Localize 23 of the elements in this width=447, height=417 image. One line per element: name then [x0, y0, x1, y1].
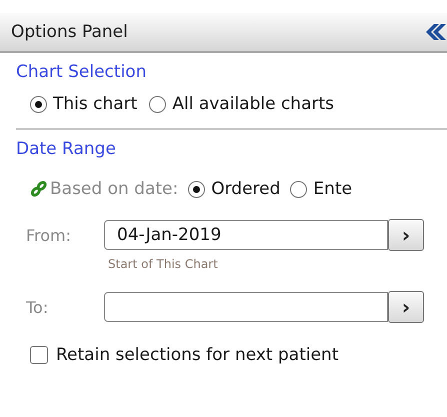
radio-label: Ordered: [211, 179, 280, 199]
date-field[interactable]: 04-Jan-2019: [104, 220, 388, 250]
panel-title: Options Panel: [11, 22, 128, 42]
radio-button[interactable]: [149, 96, 166, 112]
collapse-icon[interactable]: [425, 23, 447, 41]
section-heading: Date Range: [16, 139, 117, 159]
radio-button[interactable]: [290, 180, 308, 198]
based-on-label: Based on date:: [50, 179, 178, 199]
section-heading: Chart Selection: [16, 62, 148, 82]
link-icon: [30, 180, 48, 198]
field-hint: Start of This Chart: [108, 257, 219, 271]
field-label: To:: [26, 298, 50, 316]
radio-label: All available charts: [172, 94, 334, 114]
field-label: From:: [26, 226, 72, 244]
radio-button[interactable]: [30, 96, 47, 112]
checkbox[interactable]: [30, 346, 48, 364]
next-button[interactable]: ›: [388, 219, 424, 251]
radio-label: This chart: [53, 94, 138, 114]
checkbox-label: Retain selections for next patient: [56, 345, 339, 365]
radio-label: Ente: [313, 179, 352, 199]
radio-button[interactable]: [188, 180, 206, 198]
date-field[interactable]: [104, 292, 388, 322]
next-button[interactable]: ›: [388, 291, 424, 323]
